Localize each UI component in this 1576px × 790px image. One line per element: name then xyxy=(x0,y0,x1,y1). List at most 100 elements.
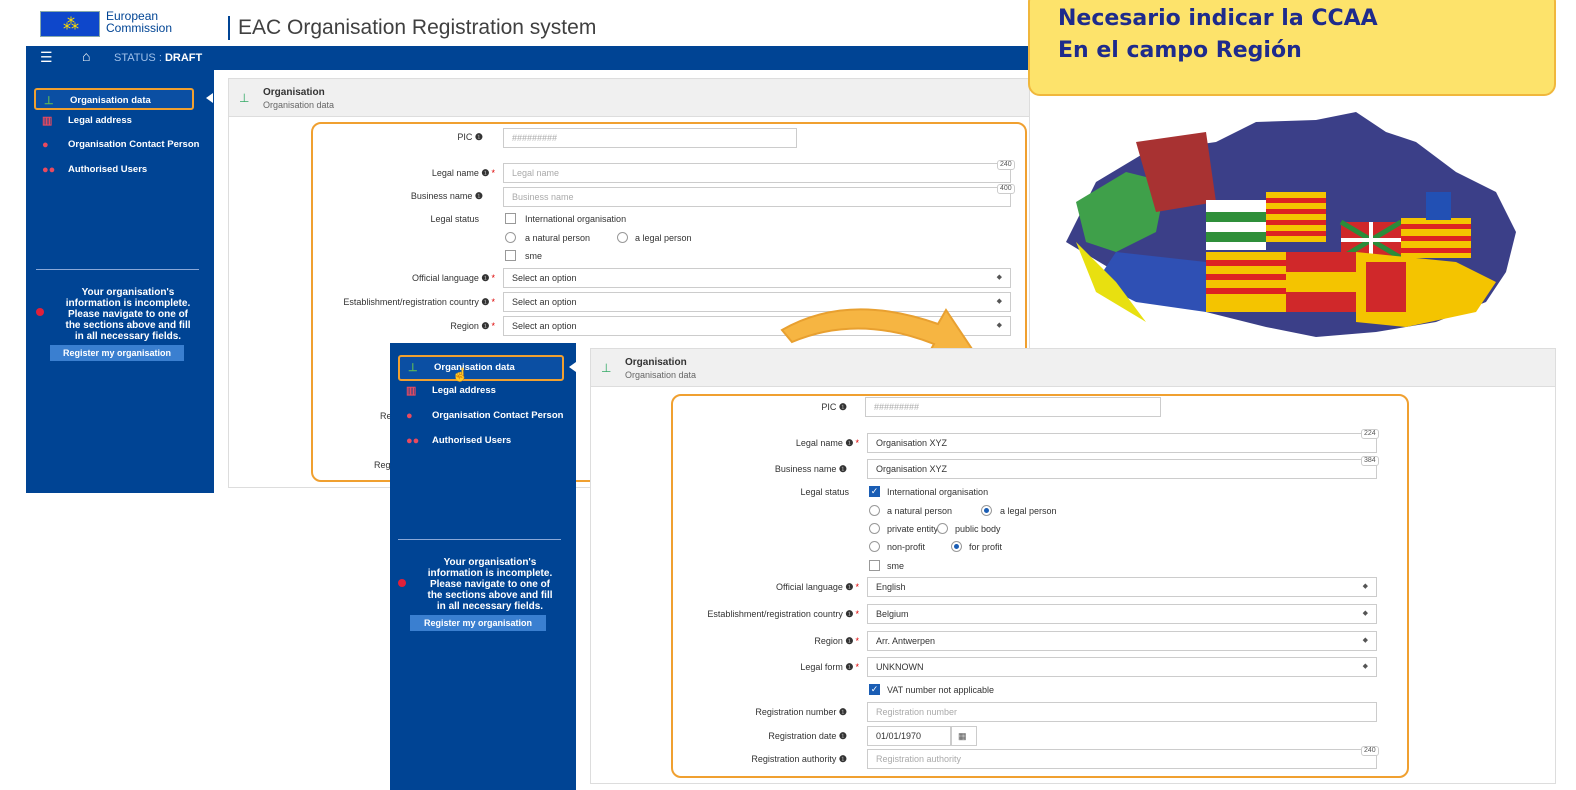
sidebar-item-organisation-data[interactable]: ⊥ Organisation data xyxy=(398,355,564,381)
home-icon[interactable]: ⌂ xyxy=(82,48,90,64)
legal-name-input[interactable]: Legal name xyxy=(503,163,1011,183)
region-select[interactable]: Arr. Antwerpen ◆ xyxy=(867,631,1377,651)
sidebar-item-contact-person[interactable]: ● Organisation Contact Person xyxy=(398,405,563,427)
legal-name-label: Legal name ❶ * xyxy=(795,438,859,448)
sme-checkbox[interactable] xyxy=(869,560,880,571)
sme-label: sme xyxy=(525,251,543,261)
legal-status-label: Legal status xyxy=(430,214,479,224)
intl-org-label: International organisation xyxy=(525,214,627,224)
legal-form-label: Legal form ❶ * xyxy=(800,662,859,672)
sme-label: sme xyxy=(887,561,905,571)
partial-label: Reg xyxy=(374,460,391,470)
registration-number-input[interactable]: Registration number xyxy=(867,702,1377,722)
sidebar-item-contact-person[interactable]: ● Organisation Contact Person xyxy=(34,134,199,156)
natural-person-radio[interactable] xyxy=(505,232,516,243)
sidebar-item-label: Organisation Contact Person xyxy=(68,139,200,150)
pic-input[interactable]: ######### xyxy=(503,128,797,148)
top-nav-bar: ☰ ⌂ STATUS : DRAFT xyxy=(26,46,1056,70)
official-language-label: Official language ❶ * xyxy=(776,582,859,592)
for-profit-label: for profit xyxy=(969,542,1003,552)
legal-status-label: Legal status xyxy=(800,487,849,497)
sidebar-item-label: Legal address xyxy=(432,385,496,396)
callout-line-1: Necesario indicar la CCAA xyxy=(1058,6,1378,31)
sidebar-item-legal-address[interactable]: ▥ Legal address xyxy=(34,110,132,132)
info-icon: ❶ xyxy=(845,609,854,619)
sme-checkbox[interactable] xyxy=(505,250,516,261)
select-arrow-icon: ◆ xyxy=(996,274,1002,281)
info-icon: ❶ xyxy=(845,438,854,448)
for-profit-radio[interactable] xyxy=(951,541,962,552)
warning-dot-icon xyxy=(398,579,406,587)
info-icon: ❶ xyxy=(481,321,490,331)
private-entity-radio[interactable] xyxy=(869,523,880,534)
pic-label: PIC ❶ xyxy=(821,402,847,412)
business-name-input[interactable]: Organisation XYZ xyxy=(867,459,1377,479)
annotation-callout: Necesario indicar la CCAA En el campo Re… xyxy=(1028,0,1556,96)
public-body-label: public body xyxy=(955,524,1001,534)
sidebar-pointer xyxy=(569,362,576,372)
intl-org-label: International organisation xyxy=(887,487,989,497)
business-name-input[interactable]: Business name xyxy=(503,187,1011,207)
sidebar-item-organisation-data[interactable]: ⊥ Organisation data xyxy=(34,88,194,110)
info-icon: ❶ xyxy=(845,662,854,672)
intl-org-checkbox[interactable] xyxy=(505,213,516,224)
register-organisation-button[interactable]: Register my organisation xyxy=(410,615,546,631)
users-icon: ●● xyxy=(42,164,56,176)
sidebar-after: ⊥ Organisation data ☝ ▥ Legal address ● … xyxy=(390,343,576,790)
sidebar-item-label: Organisation Contact Person xyxy=(432,410,564,421)
message-line: Please navigate to one of xyxy=(429,579,551,590)
establishment-country-label: Establishment/registration country ❶ * xyxy=(343,297,495,307)
sidebar-divider xyxy=(398,539,561,540)
pic-input[interactable]: ######### xyxy=(865,397,1161,417)
status-label: STATUS : xyxy=(114,52,162,64)
official-language-select[interactable]: English ◆ xyxy=(867,577,1377,597)
non-profit-radio[interactable] xyxy=(869,541,880,552)
info-icon: ❶ xyxy=(838,464,847,474)
info-icon: ❶ xyxy=(838,402,847,412)
private-entity-label: private entity xyxy=(887,524,939,534)
panel-title: Organisation xyxy=(263,87,325,98)
incomplete-message: Your organisation's information is incom… xyxy=(410,557,570,612)
legal-name-input[interactable]: Organisation XYZ xyxy=(867,433,1377,453)
panel-subtitle: Organisation data xyxy=(263,100,335,110)
legal-person-label: a legal person xyxy=(635,233,692,243)
establishment-country-select[interactable]: Belgium ◆ xyxy=(867,604,1377,624)
non-profit-label: non-profit xyxy=(887,542,926,552)
hamburger-menu-icon[interactable]: ☰ xyxy=(40,49,53,66)
eu-stars-icon: ⁂ xyxy=(63,16,79,33)
legal-person-label: a legal person xyxy=(1000,506,1057,516)
vat-not-applicable-checkbox[interactable]: ✓ xyxy=(869,684,880,695)
sitemap-icon: ⊥ xyxy=(239,91,250,105)
calendar-icon[interactable]: ▦ xyxy=(951,726,977,746)
vat-not-applicable-label: VAT number not applicable xyxy=(887,685,995,695)
panel-header: ⊥ Organisation Organisation data xyxy=(229,79,1029,117)
char-counter: 240 xyxy=(997,160,1015,170)
establishment-country-label: Establishment/registration country ❶ * xyxy=(707,609,859,619)
official-language-select[interactable]: Select an option ◆ xyxy=(503,268,1011,288)
callout-line-2: En el campo Región xyxy=(1058,38,1302,63)
register-organisation-button[interactable]: Register my organisation xyxy=(50,345,184,361)
sitemap-icon: ⊥ xyxy=(44,95,54,107)
char-counter: 384 xyxy=(1361,456,1379,466)
business-name-label: Business name ❶ xyxy=(410,191,483,201)
registration-date-label: Registration date ❶ xyxy=(768,731,847,741)
info-icon: ❶ xyxy=(838,754,847,764)
legal-person-radio[interactable] xyxy=(981,505,992,516)
legal-form-select[interactable]: UNKNOWN ◆ xyxy=(867,657,1377,677)
message-line: Your organisation's xyxy=(443,557,537,568)
public-body-radio[interactable] xyxy=(937,523,948,534)
status-indicator: STATUS : DRAFT xyxy=(114,52,202,64)
sidebar-item-authorised-users[interactable]: ●● Authorised Users xyxy=(34,159,147,181)
registration-authority-input[interactable]: Registration authority xyxy=(867,749,1377,769)
user-icon: ● xyxy=(406,410,413,422)
info-icon: ❶ xyxy=(481,297,490,307)
legal-person-radio[interactable] xyxy=(617,232,628,243)
message-line: Your organisation's xyxy=(81,287,175,298)
natural-person-radio[interactable] xyxy=(869,505,880,516)
official-language-label: Official language ❶ * xyxy=(412,273,495,283)
sidebar-item-legal-address[interactable]: ▥ Legal address xyxy=(398,380,496,402)
sidebar-item-authorised-users[interactable]: ●● Authorised Users xyxy=(398,430,511,452)
intl-org-checkbox[interactable]: ✓ xyxy=(869,486,880,497)
natural-person-label: a natural person xyxy=(525,233,591,243)
registration-date-input[interactable]: 01/01/1970 xyxy=(867,726,951,746)
